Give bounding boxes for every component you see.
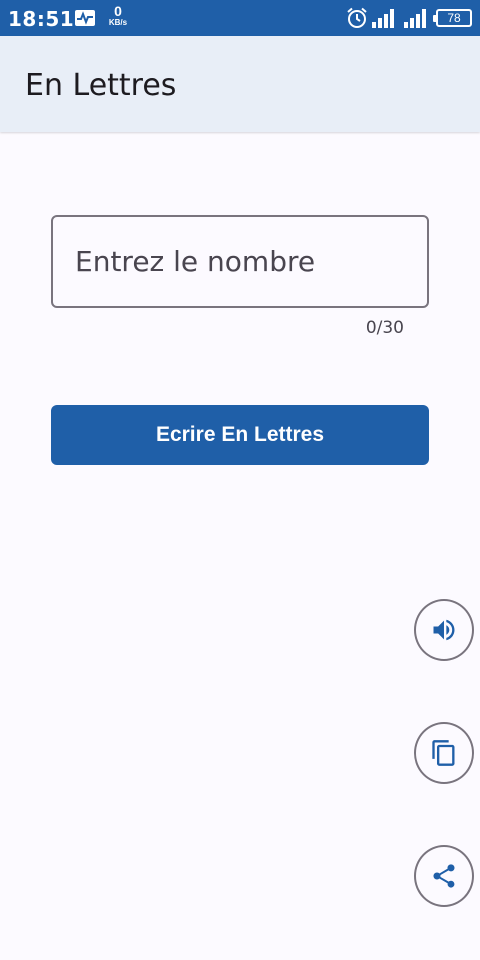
speak-button[interactable] [414,599,474,661]
status-time: 18:51 [8,7,75,31]
volume-icon [433,619,455,641]
app-bar: En Lettres [0,36,480,132]
signal-icon [404,9,426,28]
share-button[interactable] [414,845,474,907]
battery-level: 78 [447,11,461,25]
number-input[interactable] [53,217,427,306]
copy-button[interactable] [414,722,474,784]
write-in-letters-button[interactable]: Ecrire En Lettres [51,405,429,465]
number-field[interactable] [51,215,429,308]
network-speed: 0 KB/s [106,4,130,27]
copy-icon [432,740,455,766]
battery-icon: 78 [433,9,472,27]
page-title: En Lettres [25,68,177,103]
share-icon [433,864,455,888]
signal-icon [372,9,394,28]
network-speed-value: 0 [114,3,122,19]
network-speed-unit: KB/s [108,18,128,27]
pulse-icon [75,10,95,26]
character-counter: 0/30 [365,318,404,338]
alarm-icon [347,7,367,28]
status-bar: 18:51 0 KB/s 78 [0,0,480,36]
